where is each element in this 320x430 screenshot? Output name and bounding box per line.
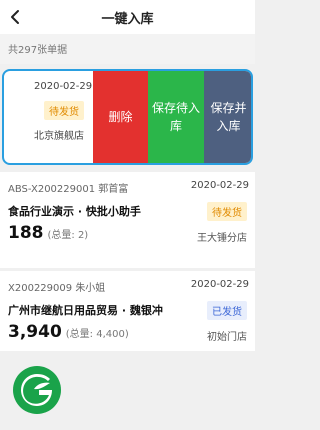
order-quantity: 188 (总量: 2) — [8, 223, 88, 243]
order-card[interactable]: X200229009 朱小姐 2020-02-29 广州市继航日用品贸易 · 魏… — [0, 271, 255, 351]
order-code: X200229009 — [8, 283, 73, 294]
header-bar: 一键入库 — [0, 0, 255, 34]
order-date: 2020-02-29 — [190, 279, 249, 290]
document-count: 共297张单据 — [8, 45, 68, 56]
order-code-and-person: X200229009 朱小姐 — [8, 279, 105, 294]
status-badge: 已发货 — [207, 301, 247, 320]
order-date: 2020-02-29 — [34, 81, 93, 92]
delete-button[interactable]: 删除 — [93, 71, 148, 163]
quantity-value: 188 — [8, 223, 44, 243]
company-name: 广州市继航日用品贸易 · 魏银冲 — [8, 304, 163, 317]
order-person: 郭首富 — [98, 184, 129, 195]
quantity-value: 3,940 — [8, 322, 62, 342]
order-code: ABS-X200229001 — [8, 184, 96, 195]
quantity-total: (总量: 4,400) — [65, 329, 129, 340]
store-name: 北京旗舰店 — [34, 131, 84, 142]
order-quantity: 3,940 (总量: 4,400) — [8, 322, 129, 342]
order-code-and-person: ABS-X200229001 郭首富 — [8, 180, 128, 195]
order-date: 2020-02-29 — [190, 180, 249, 191]
status-badge: 待发货 — [207, 202, 247, 221]
store-name: 初始门店 — [207, 332, 247, 343]
swiped-order-card[interactable]: 2020-02-29 待发货 北京旗舰店 删除 保存待入库 保存并入库 — [2, 69, 253, 165]
order-person: 朱小姐 — [75, 283, 106, 294]
save-pending-button[interactable]: 保存待入库 — [148, 71, 204, 163]
order-card[interactable]: ABS-X200229001 郭首富 2020-02-29 食品行业演示 · 快… — [0, 172, 255, 268]
summary-bar: 共297张单据 — [0, 34, 255, 64]
company-name: 食品行业演示 · 快批小助手 — [8, 205, 141, 218]
status-badge: 待发货 — [44, 101, 84, 120]
page-title: 一键入库 — [101, 12, 154, 27]
store-name: 王大锤分店 — [197, 233, 247, 244]
quantity-total: (总量: 2) — [47, 230, 89, 241]
save-and-store-button[interactable]: 保存并入库 — [204, 71, 251, 163]
brand-logo-icon — [13, 366, 61, 414]
